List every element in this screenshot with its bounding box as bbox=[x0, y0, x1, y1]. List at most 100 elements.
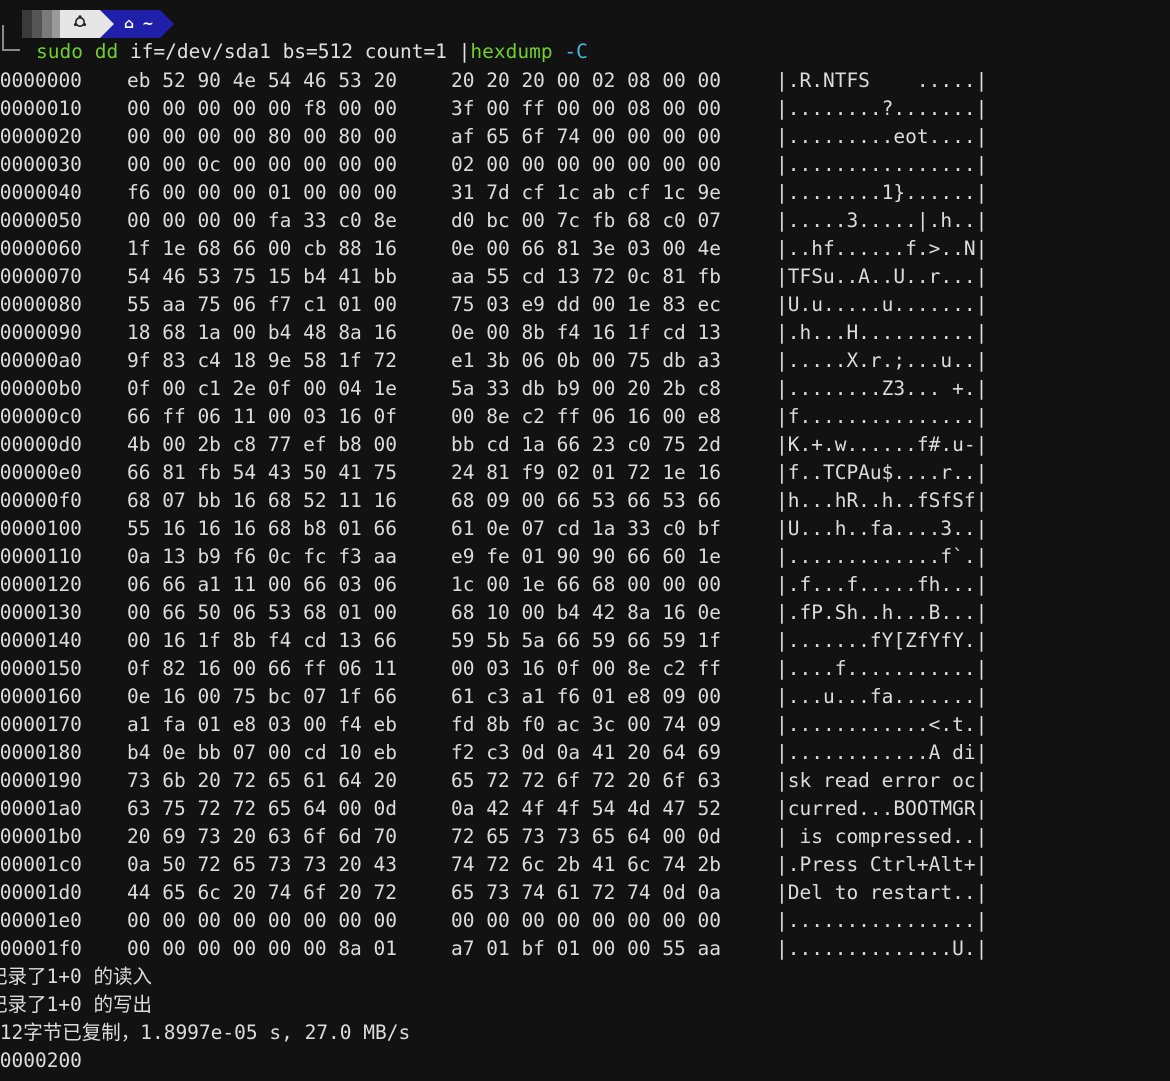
hexdump-hex-right: 0e 00 8b f4 16 1f cd 13 bbox=[451, 321, 722, 344]
hexdump-row: 00000130 00 66 50 06 53 68 01 00 68 10 00 … bbox=[0, 599, 1170, 627]
hexdump-hex-right: 20 20 20 00 02 08 00 00 bbox=[451, 69, 722, 92]
hexdump-row: 00000140 00 16 1f 8b f4 cd 13 66 59 5b 5a … bbox=[0, 627, 1170, 655]
hexdump-offset: 000000d0 bbox=[0, 433, 82, 456]
hexdump-hex-left: 00 00 00 00 00 f8 00 00 bbox=[127, 97, 398, 120]
dd-records-in: 记录了1+0 的读入 bbox=[0, 965, 152, 988]
dd-records-out: 记录了1+0 的写出 bbox=[0, 993, 152, 1016]
hexdump-ascii: |f..TCPAu$....r..| bbox=[776, 461, 988, 484]
hexdump-output: 00000000 eb 52 90 4e 54 46 53 20 20 20 20 … bbox=[0, 67, 1170, 963]
prompt-shade-segment bbox=[32, 10, 42, 38]
hexdump-hex-left: 00 16 1f 8b f4 cd 13 66 bbox=[127, 629, 398, 652]
dd-status-output: 记录了1+0 的读入 记录了1+0 的写出 512字节已复制，1.8997e-0… bbox=[0, 963, 410, 1075]
hexdump-hex-left: 00 66 50 06 53 68 01 00 bbox=[127, 601, 398, 624]
hexdump-ascii: |........Z3... +.| bbox=[776, 377, 988, 400]
hexdump-hex-left: 4b 00 2b c8 77 ef b8 00 bbox=[127, 433, 398, 456]
hexdump-row: 000000f0 68 07 bb 16 68 52 11 16 68 09 00 … bbox=[0, 487, 1170, 515]
home-icon: ⌂ bbox=[124, 16, 135, 32]
hexdump-ascii: |.....X.r.;...u..| bbox=[776, 349, 988, 372]
hexdump-offset: 000000c0 bbox=[0, 405, 82, 428]
hexdump-hex-left: 20 69 73 20 63 6f 6d 70 bbox=[127, 825, 398, 848]
hexdump-row: 000001b0 20 69 73 20 63 6f 6d 70 72 65 73 … bbox=[0, 823, 1170, 851]
cmd-args: if=/dev/sda1 bs=512 count=1 bbox=[118, 40, 459, 63]
hexdump-ascii: |h...hR..h..fSfSf| bbox=[776, 489, 988, 512]
hexdump-hex-left: 0f 82 16 00 66 ff 06 11 bbox=[127, 657, 398, 680]
hexdump-offset: 00000180 bbox=[0, 741, 82, 764]
hexdump-final-offset: 00000200 bbox=[0, 1049, 82, 1072]
hexdump-offset: 00000160 bbox=[0, 685, 82, 708]
hexdump-ascii: |.......fY[ZfYfY.| bbox=[776, 629, 988, 652]
powerline-prompt: ⌂ ~ bbox=[22, 10, 174, 38]
hexdump-row: 00000070 54 46 53 75 15 b4 41 bb aa 55 cd … bbox=[0, 263, 1170, 291]
hexdump-hex-right: 68 09 00 66 53 66 53 66 bbox=[451, 489, 722, 512]
hexdump-hex-right: e9 fe 01 90 90 66 60 1e bbox=[451, 545, 722, 568]
hexdump-hex-left: eb 52 90 4e 54 46 53 20 bbox=[127, 69, 398, 92]
hexdump-hex-right: 0a 42 4f 4f 54 4d 47 52 bbox=[451, 797, 722, 820]
hexdump-offset: 000001d0 bbox=[0, 881, 82, 904]
hexdump-hex-right: 1c 00 1e 66 68 00 00 00 bbox=[451, 573, 722, 596]
hexdump-row: 00000080 55 aa 75 06 f7 c1 01 00 75 03 e9 … bbox=[0, 291, 1170, 319]
terminal-window[interactable]: ⌂ ~ sudo dd if=/dev/sda1 bs=512 count=1 … bbox=[0, 0, 1170, 1081]
hexdump-offset: 00000000 bbox=[0, 69, 82, 92]
hexdump-hex-right: 00 00 00 00 00 00 00 00 bbox=[451, 909, 722, 932]
hexdump-hex-right: a7 01 bf 01 00 00 55 aa bbox=[451, 937, 722, 960]
hexdump-hex-right: e1 3b 06 0b 00 75 db a3 bbox=[451, 349, 722, 372]
hexdump-row: 00000040 f6 00 00 00 01 00 00 00 31 7d cf … bbox=[0, 179, 1170, 207]
hexdump-hex-left: 0a 50 72 65 73 73 20 43 bbox=[127, 853, 398, 876]
hexdump-hex-left: 73 6b 20 72 65 61 64 20 bbox=[127, 769, 398, 792]
prompt-os-segment bbox=[60, 10, 100, 38]
hexdump-row: 00000170 a1 fa 01 e8 03 00 f4 eb fd 8b f0 … bbox=[0, 711, 1170, 739]
hexdump-ascii: |............<.t.| bbox=[776, 713, 988, 736]
hexdump-row: 00000180 b4 0e bb 07 00 cd 10 eb f2 c3 0d … bbox=[0, 739, 1170, 767]
hexdump-hex-left: 00 00 00 00 00 00 8a 01 bbox=[127, 937, 398, 960]
hexdump-hex-left: f6 00 00 00 01 00 00 00 bbox=[127, 181, 398, 204]
hexdump-hex-right: 00 8e c2 ff 06 16 00 e8 bbox=[451, 405, 722, 428]
hexdump-ascii: |Del to restart..| bbox=[776, 881, 988, 904]
hexdump-hex-left: a1 fa 01 e8 03 00 f4 eb bbox=[127, 713, 398, 736]
hexdump-hex-right: 74 72 6c 2b 41 6c 74 2b bbox=[451, 853, 722, 876]
hexdump-ascii: |...u...fa.......| bbox=[776, 685, 988, 708]
hexdump-offset: 00000120 bbox=[0, 573, 82, 596]
hexdump-offset: 00000140 bbox=[0, 629, 82, 652]
hexdump-hex-left: 55 aa 75 06 f7 c1 01 00 bbox=[127, 293, 398, 316]
hexdump-offset: 000001b0 bbox=[0, 825, 82, 848]
hexdump-ascii: |.............f`.| bbox=[776, 545, 988, 568]
hexdump-ascii: |................| bbox=[776, 909, 988, 932]
cmd-sudo: sudo bbox=[36, 40, 83, 63]
command-line[interactable]: sudo dd if=/dev/sda1 bs=512 count=1 |hex… bbox=[36, 38, 588, 66]
hexdump-hex-right: 0e 00 66 81 3e 03 00 4e bbox=[451, 237, 722, 260]
hexdump-hex-left: 0e 16 00 75 bc 07 1f 66 bbox=[127, 685, 398, 708]
hexdump-hex-right: 02 00 00 00 00 00 00 00 bbox=[451, 153, 722, 176]
hexdump-hex-right: 59 5b 5a 66 59 66 59 1f bbox=[451, 629, 722, 652]
hexdump-offset: 000000a0 bbox=[0, 349, 82, 372]
hexdump-hex-left: 9f 83 c4 18 9e 58 1f 72 bbox=[127, 349, 398, 372]
hexdump-ascii: |U...h..fa....3..| bbox=[776, 517, 988, 540]
hexdump-hex-right: 00 03 16 0f 00 8e c2 ff bbox=[451, 657, 722, 680]
prompt-dir-segment: ⌂ ~ bbox=[114, 10, 160, 38]
hexdump-offset: 00000170 bbox=[0, 713, 82, 736]
hexdump-offset: 00000010 bbox=[0, 97, 82, 120]
hexdump-offset: 00000190 bbox=[0, 769, 82, 792]
prompt-separator-arrow bbox=[159, 10, 174, 38]
hexdump-hex-right: af 65 6f 74 00 00 00 00 bbox=[451, 125, 722, 148]
hexdump-offset: 00000150 bbox=[0, 657, 82, 680]
cmd-pipe: | bbox=[458, 40, 471, 63]
hexdump-offset: 00000020 bbox=[0, 125, 82, 148]
hexdump-row: 000000b0 0f 00 c1 2e 0f 00 04 1e 5a 33 db … bbox=[0, 375, 1170, 403]
hexdump-hex-right: d0 bc 00 7c fb 68 c0 07 bbox=[451, 209, 722, 232]
hexdump-offset: 00000060 bbox=[0, 237, 82, 260]
hexdump-ascii: |........?.......| bbox=[776, 97, 988, 120]
hexdump-offset: 00000070 bbox=[0, 265, 82, 288]
hexdump-hex-left: 54 46 53 75 15 b4 41 bb bbox=[127, 265, 398, 288]
ubuntu-icon bbox=[73, 15, 87, 33]
hexdump-ascii: | is compressed..| bbox=[776, 825, 988, 848]
hexdump-ascii: |U.u.....u.......| bbox=[776, 293, 988, 316]
hexdump-hex-right: bb cd 1a 66 23 c0 75 2d bbox=[451, 433, 722, 456]
hexdump-hex-right: 75 03 e9 dd 00 1e 83 ec bbox=[451, 293, 722, 316]
hexdump-row: 00000110 0a 13 b9 f6 0c fc f3 aa e9 fe 01 … bbox=[0, 543, 1170, 571]
hexdump-row: 00000150 0f 82 16 00 66 ff 06 11 00 03 16 … bbox=[0, 655, 1170, 683]
hexdump-hex-left: 68 07 bb 16 68 52 11 16 bbox=[127, 489, 398, 512]
hexdump-offset: 00000080 bbox=[0, 293, 82, 316]
hexdump-ascii: |............A di| bbox=[776, 741, 988, 764]
hexdump-hex-left: 18 68 1a 00 b4 48 8a 16 bbox=[127, 321, 398, 344]
prompt-separator-arrow bbox=[100, 10, 114, 38]
